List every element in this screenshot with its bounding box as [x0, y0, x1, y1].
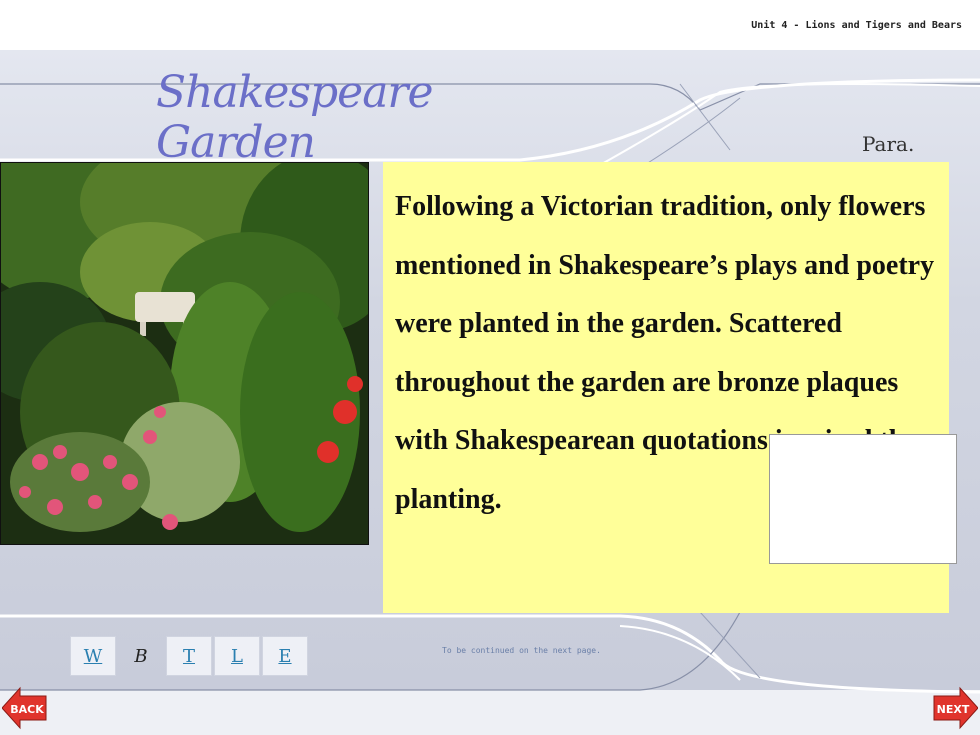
garden-illustration [0, 162, 369, 545]
nav-bar: W B T L E [70, 634, 318, 678]
nav-link-w[interactable]: W [70, 636, 116, 676]
page-title-line-2: Garden [156, 117, 316, 168]
continued-note: To be continued on the next page. [442, 646, 601, 655]
page-title: Shakespeare Garden [156, 67, 434, 168]
next-button[interactable]: NEXT [932, 686, 978, 730]
nav-link-t[interactable]: T [166, 636, 212, 676]
para-label: Para. [862, 132, 915, 156]
nav-link-b[interactable]: B [118, 636, 164, 676]
back-button[interactable]: BACK [2, 686, 48, 730]
back-button-label: BACK [10, 703, 44, 716]
blank-overlay-box [769, 434, 957, 564]
nav-link-e[interactable]: E [262, 636, 308, 676]
garden-photo [0, 162, 369, 545]
next-button-label: NEXT [937, 703, 970, 716]
page-title-line-1: Shakespeare [156, 67, 434, 118]
nav-link-l[interactable]: L [214, 636, 260, 676]
